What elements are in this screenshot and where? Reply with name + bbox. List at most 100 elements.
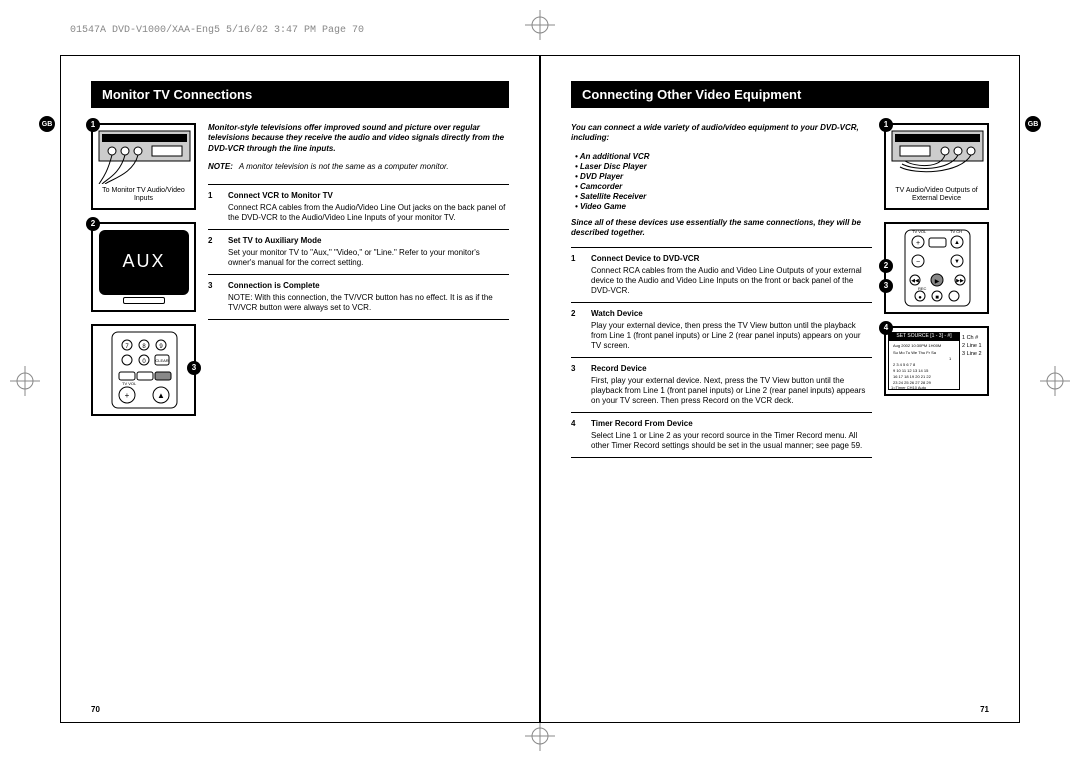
left-intro: Monitor-style televisions offer improved… (208, 123, 509, 154)
tv-screen-aux: AUX (99, 230, 189, 295)
note-text: A monitor television is not the same as … (239, 162, 509, 172)
step-text: Connect RCA cables from the Audio/Video … (228, 203, 509, 223)
step-title: Connect VCR to Monitor TV (228, 191, 509, 201)
figure-caption-r1: TV Audio/Video Outputs of External Devic… (890, 187, 983, 204)
table-side: 3 Line 2 (962, 350, 985, 358)
right-steps: 1 Connect Device to DVD-VCR Connect RCA … (571, 247, 872, 458)
svg-text:●: ● (918, 295, 922, 301)
page-file-header: 01547A DVD-V1000/XAA-Eng5 5/16/02 3:47 P… (70, 25, 364, 36)
step: 3 Connection is Complete NOTE: With this… (208, 275, 509, 320)
gb-tab-right: GB (1025, 116, 1041, 132)
svg-text:▲: ▲ (157, 391, 165, 400)
step-title: Connection is Complete (228, 281, 509, 291)
note-label: NOTE: (208, 162, 233, 172)
step-num: 3 (208, 281, 220, 313)
svg-text:TV VOL: TV VOL (912, 229, 927, 234)
figure-tv-aux: 2 AUX (91, 222, 196, 312)
section-title-right: Connecting Other Video Equipment (571, 81, 989, 108)
step-num: 4 (571, 419, 583, 451)
right-intro2: Since all of these devices use essential… (571, 218, 872, 239)
right-intro: You can connect a wide variety of audio/… (571, 123, 872, 144)
svg-text:CLEAR: CLEAR (155, 358, 168, 363)
bullet: An additional VCR (575, 152, 872, 162)
tv-stand (123, 297, 165, 304)
svg-text:+: + (125, 391, 130, 400)
right-text-col: You can connect a wide variety of audio/… (571, 123, 872, 458)
figure-remote-right: 2 3 + ▲ TV VOL TV CH − ▼ ◀◀ ▶ ▶▶ (884, 222, 989, 314)
svg-text:■: ■ (935, 295, 939, 301)
step-title: Watch Device (591, 309, 872, 319)
bullet: Laser Disc Player (575, 162, 872, 172)
svg-text:Su Mo Tu We Thu Fr Sa: Su Mo Tu We Thu Fr Sa (893, 350, 937, 355)
right-page: GB Connecting Other Video Equipment You … (540, 55, 1020, 723)
step: 4 Timer Record From Device Select Line 1… (571, 413, 872, 458)
svg-text:+: + (916, 240, 920, 247)
bullet: Satellite Receiver (575, 192, 872, 202)
left-figures: 1 To Monitor TV Audio/Video Inputs (91, 123, 196, 416)
right-figures: 1 TV Audio/Video Outputs of External Dev… (884, 123, 989, 458)
page-number-right: 71 (980, 705, 989, 714)
step-num: 3 (571, 364, 583, 406)
step: 2 Watch Device Play your external device… (571, 303, 872, 358)
step: 1 Connect VCR to Monitor TV Connect RCA … (208, 185, 509, 230)
step-badge-r4: 4 (879, 321, 893, 335)
figure-backpanel-right: 1 TV Audio/Video Outputs of External Dev… (884, 123, 989, 210)
step-num: 1 (571, 254, 583, 296)
svg-text:1=Timer CH10 Auto: 1=Timer CH10 Auto (891, 385, 927, 390)
bullet: DVD Player (575, 172, 872, 182)
left-note: NOTE: A monitor television is not the sa… (208, 162, 509, 172)
step-badge-r1: 1 (879, 118, 893, 132)
svg-text:1: 1 (949, 356, 952, 361)
step: 1 Connect Device to DVD-VCR Connect RCA … (571, 248, 872, 303)
figure-remote-left: 3 7 8 9 0 CLEAR + ▲ TV VOL (91, 324, 196, 416)
section-title-left: Monitor TV Connections (91, 81, 509, 108)
step-text: Play your external device, then press th… (591, 321, 872, 351)
step-badge-r2: 2 (879, 259, 893, 273)
figure-calendar-table: 4 SET SOURCE [1 - 3] - #] Aug 2002 10:30… (884, 326, 989, 396)
step: 3 Record Device First, play your externa… (571, 358, 872, 413)
svg-text:16 17 18 19 20 21 22: 16 17 18 19 20 21 22 (893, 374, 932, 379)
figure-caption-1: To Monitor TV Audio/Video Inputs (97, 187, 190, 204)
bullet: Video Game (575, 202, 872, 212)
page-spread: GB Monitor TV Connections 1 (60, 55, 1020, 723)
table-side: 2 Line 1 (962, 342, 985, 350)
gb-tab-left: GB (39, 116, 55, 132)
step-num: 1 (208, 191, 220, 223)
step-text: Connect RCA cables from the Audio and Vi… (591, 266, 872, 296)
svg-text:◀◀: ◀◀ (911, 278, 919, 284)
bullet: Camcorder (575, 182, 872, 192)
step-title: Timer Record From Device (591, 419, 872, 429)
step-title: Record Device (591, 364, 872, 374)
step-num: 2 (571, 309, 583, 351)
step-badge-3: 3 (187, 361, 201, 375)
step-text: NOTE: With this connection, the TV/VCR b… (228, 293, 509, 313)
table-header: SET SOURCE [1 - 3] - #] (888, 332, 960, 340)
svg-text:▼: ▼ (954, 259, 960, 265)
step-badge-1: 1 (86, 118, 100, 132)
svg-text:REC: REC (918, 286, 927, 291)
step-text: Set your monitor TV to "Aux," "Video," o… (228, 248, 509, 268)
step: 2 Set TV to Auxiliary Mode Set your moni… (208, 230, 509, 275)
left-page: GB Monitor TV Connections 1 (60, 55, 540, 723)
svg-text:−: − (916, 259, 920, 266)
device-bullets: An additional VCR Laser Disc Player DVD … (571, 152, 872, 212)
svg-text:▲: ▲ (954, 240, 960, 246)
step-badge-2: 2 (86, 217, 100, 231)
step-badge-r3: 3 (879, 279, 893, 293)
svg-text:▶: ▶ (935, 279, 940, 285)
left-steps: 1 Connect VCR to Monitor TV Connect RCA … (208, 184, 509, 320)
step-text: Select Line 1 or Line 2 as your record s… (591, 431, 872, 451)
step-title: Set TV to Auxiliary Mode (228, 236, 509, 246)
table-side: 1 Ch # (962, 334, 985, 342)
svg-text:9 10 11 12 13 14 15: 9 10 11 12 13 14 15 (893, 368, 929, 373)
step-num: 2 (208, 236, 220, 268)
svg-text:Aug 2002 10:30PM 1H00M: Aug 2002 10:30PM 1H00M (893, 343, 941, 348)
svg-text:TV VOL: TV VOL (122, 381, 137, 386)
svg-text:TV CH: TV CH (950, 229, 962, 234)
step-title: Connect Device to DVD-VCR (591, 254, 872, 264)
left-text-col: Monitor-style televisions offer improved… (208, 123, 509, 416)
page-number-left: 70 (91, 705, 100, 714)
svg-text:▶▶: ▶▶ (956, 278, 964, 284)
svg-text:2 3 4 5 6 7: 2 3 4 5 6 7 8 (893, 362, 916, 367)
step-text: First, play your external device. Next, … (591, 376, 872, 406)
